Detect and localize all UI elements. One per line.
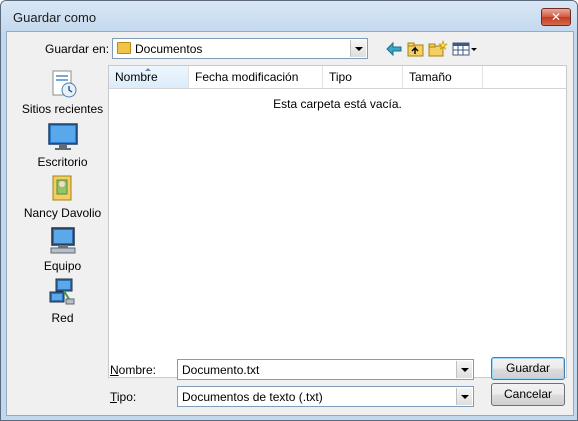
look-in-label: Guardar en:: [45, 42, 109, 56]
folder-icon: [117, 42, 131, 54]
file-type-select[interactable]: Documentos de texto (.txt): [177, 386, 474, 407]
sort-ascending-icon: [145, 68, 151, 71]
user-folder-icon: [47, 172, 79, 204]
place-label: Nancy Davolio: [23, 206, 102, 220]
place-label: Red: [51, 311, 74, 325]
filename-label: Nombre:: [110, 363, 157, 377]
back-arrow-icon[interactable]: [384, 40, 404, 58]
place-label: Equipo: [43, 259, 82, 273]
network-icon: [47, 277, 79, 309]
column-header-label: Fecha modificación: [195, 70, 299, 84]
dialog-body: Guardar en: Documentos Sitios recientes …: [6, 31, 574, 416]
filename-field[interactable]: Documento.txt: [177, 359, 474, 380]
column-header-label: Tipo: [329, 70, 352, 84]
place-label: Sitios recientes: [21, 102, 104, 116]
computer-icon: [47, 225, 79, 257]
look-in-combobox[interactable]: Documentos: [112, 38, 368, 59]
type-label-rest: ipo:: [116, 390, 137, 404]
place-network[interactable]: Red: [16, 277, 109, 325]
column-header-size[interactable]: Tamaño: [403, 66, 483, 88]
up-folder-icon[interactable]: [406, 40, 426, 58]
column-header-name[interactable]: Nombre: [109, 66, 189, 88]
save-button[interactable]: Guardar: [491, 357, 565, 380]
column-header-label: Tamaño: [409, 70, 452, 84]
chevron-down-icon[interactable]: [456, 361, 472, 378]
close-button[interactable]: ✕: [541, 8, 571, 26]
cancel-button[interactable]: Cancelar: [491, 383, 565, 406]
place-user[interactable]: Nancy Davolio: [16, 172, 109, 220]
column-header-label: Nombre: [115, 70, 158, 84]
desktop-icon: [47, 121, 79, 153]
filename-value: Documento.txt: [182, 363, 260, 377]
look-in-value: Documentos: [135, 42, 203, 56]
column-header-row: Nombre Fecha modificación Tipo Tamaño: [109, 66, 566, 89]
window-title: Guardar como: [13, 10, 97, 25]
look-in-label-text: Guardar en:: [45, 42, 110, 56]
column-header-type[interactable]: Tipo: [323, 66, 403, 88]
places-bar: Sitios recientes Escritorio Nancy Davoli…: [16, 65, 109, 376]
column-header-date[interactable]: Fecha modificación: [189, 66, 323, 88]
recent-places-icon: [47, 68, 79, 100]
place-label: Escritorio: [37, 155, 88, 169]
file-list[interactable]: Nombre Fecha modificación Tipo Tamaño Es…: [108, 65, 567, 378]
empty-folder-message: Esta carpeta está vacía.: [273, 97, 402, 111]
chevron-down-icon[interactable]: [456, 388, 472, 405]
place-recent[interactable]: Sitios recientes: [16, 68, 109, 116]
save-button-label: Guardar: [505, 361, 551, 375]
chevron-down-icon[interactable]: [350, 40, 366, 57]
place-computer[interactable]: Equipo: [16, 225, 109, 273]
views-menu-icon[interactable]: [452, 40, 478, 58]
save-as-dialog: Guardar como ✕ Guardar en: Documentos Si…: [0, 0, 578, 421]
file-type-value: Documentos de texto (.txt): [182, 390, 323, 404]
filename-label-rest: ombre:: [118, 363, 157, 377]
title-bar[interactable]: Guardar como ✕: [1, 1, 577, 31]
place-desktop[interactable]: Escritorio: [16, 121, 109, 169]
type-label: Tipo:: [110, 390, 137, 404]
cancel-button-label: Cancelar: [503, 387, 553, 401]
new-folder-icon[interactable]: [428, 40, 448, 58]
